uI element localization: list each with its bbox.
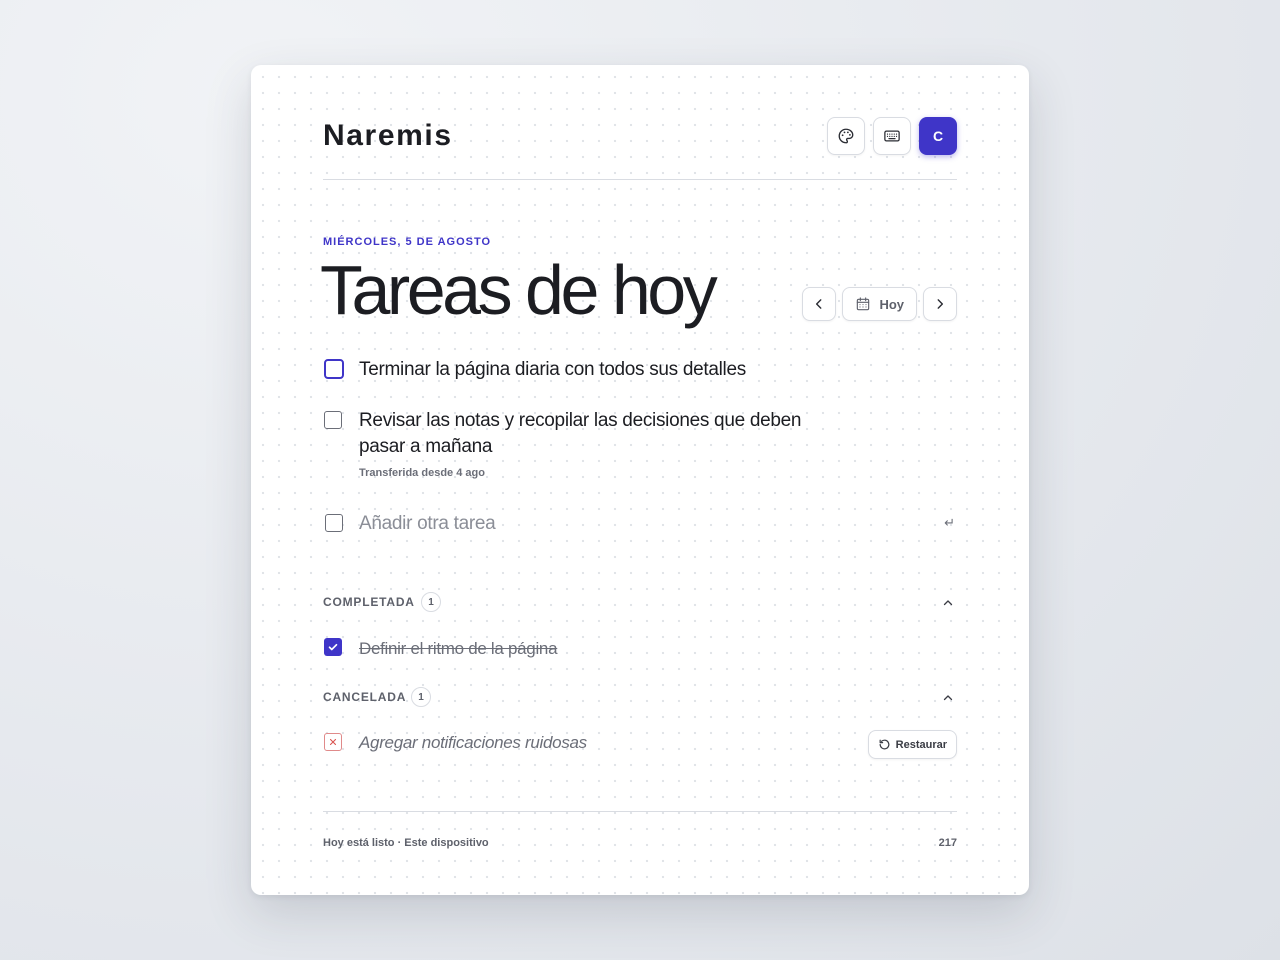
today-label: Hoy [879, 296, 904, 312]
restore-button[interactable]: Restaurar [867, 730, 957, 759]
restore-label: Restaurar [895, 738, 947, 751]
cancelled-count-badge: 1 [411, 687, 431, 707]
task-text[interactable]: Terminar la página diaria con todos sus … [359, 357, 746, 383]
close-icon [329, 738, 337, 746]
calendar-icon [857, 297, 870, 311]
today-button[interactable]: Hoy [842, 287, 917, 321]
task-item: Terminar la página diaria con todos sus … [323, 357, 957, 387]
cancelled-task-marker[interactable] [324, 733, 342, 751]
next-day-button[interactable] [923, 287, 957, 321]
cancelled-section-title: CANCELADA [323, 690, 407, 704]
cancelled-task-text[interactable]: Agregar notificaciones ruidosas [359, 730, 587, 756]
completed-collapse-button[interactable] [939, 594, 957, 612]
enter-key-icon: ↵ [944, 515, 955, 530]
keyboard-icon [884, 130, 900, 142]
chevron-left-icon [816, 299, 822, 309]
completed-task-checkbox[interactable] [324, 638, 342, 656]
card-content: Naremis C MIÉRCOLES, 5 DE AGOSTO Tareas … [320, 65, 957, 895]
task-checkbox[interactable] [324, 411, 342, 429]
page-title: Tareas de hoy [320, 251, 718, 329]
app-header: Naremis C [323, 115, 957, 157]
chevron-right-icon [937, 299, 944, 309]
task-text-line: Revisar las notas y recopilar las decisi… [359, 410, 802, 431]
completed-task-item: Definir el ritmo de la página [323, 636, 957, 662]
cancelled-section-header[interactable]: CANCELADA 1 [323, 687, 957, 709]
add-task-row: ↵ [323, 511, 957, 541]
user-avatar-button[interactable]: C [919, 117, 957, 155]
task-item: Revisar las notas y recopilar las decisi… [323, 408, 957, 482]
completed-task-text[interactable]: Definir el ritmo de la página [359, 636, 558, 662]
task-transfer-note: Transferida desde 4 ago [359, 467, 485, 479]
cancelled-collapse-button[interactable] [939, 689, 957, 707]
completed-section-header[interactable]: COMPLETADA 1 [323, 592, 957, 614]
add-task-input[interactable] [359, 511, 937, 537]
brand-logo: Naremis [323, 119, 453, 152]
checkmark-icon [328, 643, 338, 651]
footer-divider [323, 811, 957, 812]
header-divider [323, 179, 957, 180]
completed-section-title: COMPLETADA [323, 595, 415, 609]
footer-status: Hoy está listo · Este dispositivo [323, 837, 489, 849]
completed-count-badge: 1 [421, 592, 441, 612]
task-checkbox[interactable] [324, 359, 344, 379]
app-card: Naremis C MIÉRCOLES, 5 DE AGOSTO Tareas … [251, 65, 1029, 895]
date-navigation: Hoy [802, 287, 957, 321]
new-task-checkbox[interactable] [325, 514, 343, 532]
chevron-up-icon [943, 600, 953, 606]
restore-icon [879, 739, 890, 750]
date-label: MIÉRCOLES, 5 DE AGOSTO [323, 236, 492, 248]
header-actions: C [827, 117, 957, 155]
theme-button[interactable] [827, 117, 865, 155]
palette-icon [838, 128, 854, 144]
footer-counter: 217 [938, 837, 957, 849]
chevron-up-icon [943, 695, 953, 701]
previous-day-button[interactable] [802, 287, 837, 321]
task-text-line: pasar a mañana [359, 436, 493, 457]
keyboard-shortcuts-button[interactable] [873, 117, 911, 155]
cancelled-task-item: Agregar notificaciones ruidosas Restaura… [323, 730, 957, 760]
task-text[interactable]: Revisar las notas y recopilar las decisi… [359, 408, 801, 460]
